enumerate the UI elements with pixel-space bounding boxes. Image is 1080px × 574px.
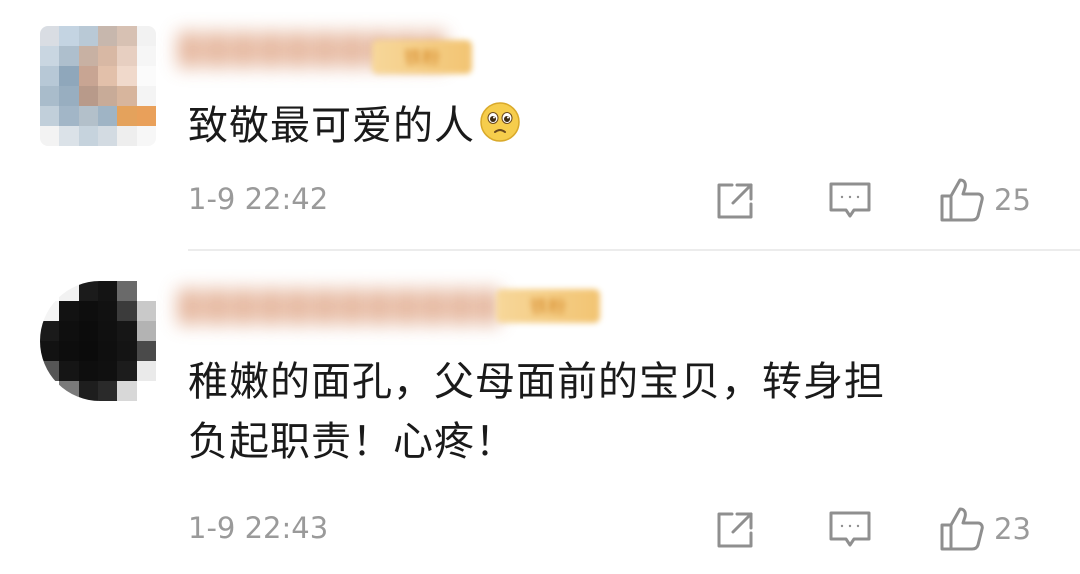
comment-item: ████████████ 铁粉 稚嫩的面孔，父母面前的宝贝，转身担 负起职责！心… [0, 251, 1080, 574]
like-icon [940, 507, 984, 551]
share-button[interactable] [714, 180, 756, 222]
teary-face-emoji [480, 102, 520, 142]
timestamp: 1-9 22:42 [188, 182, 329, 216]
avatar[interactable] [40, 26, 156, 146]
share-icon [717, 183, 753, 219]
timestamp: 1-9 22:43 [188, 511, 329, 545]
like-icon [940, 178, 984, 222]
avatar[interactable] [40, 281, 156, 401]
comment-text: 稚嫩的面孔，父母面前的宝贝，转身担 负起职责！心疼！ [188, 359, 885, 465]
share-button[interactable] [714, 509, 756, 551]
fan-badge: 铁粉 [372, 40, 472, 74]
reply-icon [829, 511, 871, 547]
comment-item: ██████████ 铁粉 致敬最可爱的人 1-9 22:42 25 [0, 0, 1080, 250]
reply-button[interactable] [828, 509, 872, 551]
share-icon [717, 512, 753, 548]
reply-icon [829, 182, 871, 218]
like-button[interactable]: 23 [938, 505, 1031, 553]
reply-button[interactable] [828, 180, 872, 222]
comment-text: 致敬最可爱的人 [188, 96, 521, 156]
like-count: 23 [994, 512, 1031, 546]
fan-badge: 铁粉 [496, 289, 600, 323]
like-button[interactable]: 25 [938, 176, 1031, 224]
like-count: 25 [994, 183, 1031, 217]
